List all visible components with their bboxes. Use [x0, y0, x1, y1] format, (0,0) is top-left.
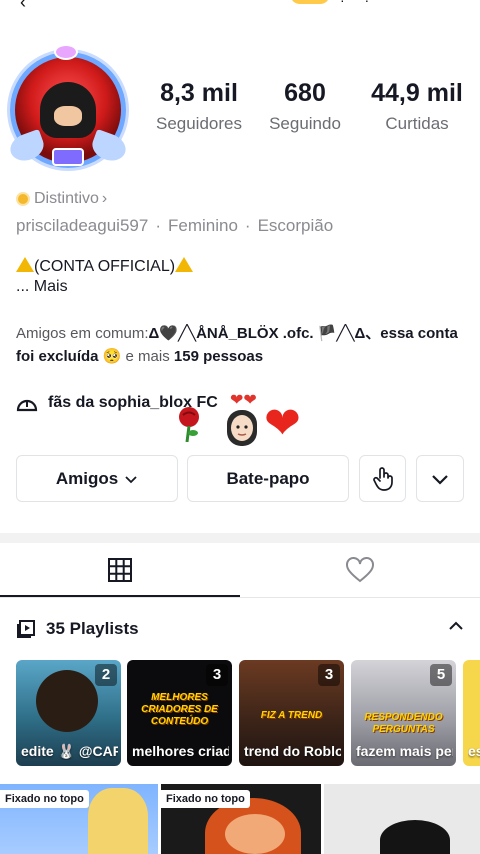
- friends-button-label: Amigos: [55, 468, 119, 488]
- friends-button[interactable]: Amigos: [16, 455, 178, 502]
- chevron-up-icon: [449, 621, 463, 630]
- bio-text: (CONTA OFFICIAL): [34, 258, 176, 275]
- chevron-down-icon: [125, 475, 137, 483]
- following-count: 680: [284, 79, 326, 107]
- pinned-badge: Fixado no topo: [0, 790, 89, 808]
- playlist-video-count: 5: [430, 664, 452, 686]
- badge-link[interactable]: Distintivo ›: [16, 190, 107, 208]
- playlist-title: edite 🐰 @CARNEL_...: [21, 743, 118, 759]
- playlist-thumbnail-art: [36, 670, 98, 732]
- bio-more-link[interactable]: ... Mais: [16, 278, 68, 296]
- grid-icon: [108, 558, 132, 582]
- followers-count: 8,3 mil: [160, 79, 238, 107]
- playlists-header[interactable]: 35 Playlists: [16, 617, 466, 641]
- following-stat[interactable]: 680 Seguindo: [252, 78, 358, 134]
- playlist-card[interactable]: es #f: [463, 660, 480, 766]
- playlist-thumbnail-text: MELHORES CRIADORES DE CONTEÚDO: [141, 692, 218, 727]
- username: prisciladeagui597: [16, 216, 149, 235]
- warning-icon: [16, 257, 34, 272]
- playlist-title: melhores criadores d...: [132, 743, 229, 759]
- video-thumbnail-art: [380, 820, 450, 854]
- playlist-title: fazem mais perguntas #...: [356, 743, 453, 759]
- video-thumbnail-art: [88, 788, 148, 854]
- chat-button-label: Bate-papo: [226, 468, 310, 488]
- bio-line: (CONTA OFFICIAL): [16, 256, 194, 276]
- profile-meta: prisciladeagui597 · Feminino · Escorpião: [16, 216, 333, 236]
- emoji-icon: [290, 0, 330, 4]
- following-label: Seguindo: [269, 114, 341, 133]
- rose-icon: [179, 407, 199, 442]
- playlist-icon: [17, 620, 35, 638]
- profile-stats: 8,3 mil Seguidores 680 Seguindo 44,9 mil…: [146, 78, 476, 134]
- chat-button[interactable]: Bate-papo: [187, 455, 349, 502]
- playlist-thumbnail-text: FIZ A TREND: [260, 710, 323, 721]
- group-dome-icon: [16, 399, 38, 412]
- mutual-friends[interactable]: Amigos em comum:Δ🖤╱╲ÅNÅ_BLÖX .ofc. 🏴╱╲Δ、…: [16, 322, 466, 368]
- red-heart-icon: ❤: [264, 399, 301, 448]
- mutual-friends-count: 159 pessoas: [173, 348, 264, 365]
- video-thumbnail[interactable]: [324, 784, 480, 854]
- playlist-card[interactable]: 2 edite 🐰 @CARNEL_...: [16, 660, 121, 766]
- top-bar-remnant: ‹ · ·: [0, 0, 480, 13]
- avatar-gem-icon: [54, 44, 78, 60]
- playlist-carousel[interactable]: 2 edite 🐰 @CARNEL_... MELHORES CRIADORES…: [16, 660, 480, 766]
- pinned-badge: Fixado no topo: [161, 790, 250, 808]
- playlist-title: es #f: [468, 743, 480, 759]
- poke-button[interactable]: [359, 455, 406, 502]
- avatar-character-face: [54, 106, 82, 126]
- section-divider: [0, 533, 480, 543]
- followers-label: Seguidores: [155, 114, 242, 133]
- separator-dot: ·: [244, 216, 251, 235]
- tab-videos[interactable]: [0, 543, 240, 597]
- likes-stat[interactable]: 44,9 mil Curtidas: [358, 78, 476, 134]
- tabs-divider: [0, 597, 480, 598]
- video-thumbnail-art: [225, 814, 285, 854]
- playlist-video-count: 3: [206, 664, 228, 686]
- playlist-video-count: 2: [95, 664, 117, 686]
- back-arrow-icon[interactable]: ‹: [20, 0, 26, 13]
- mutual-friends-suffix: e mais: [121, 348, 174, 365]
- chevron-down-icon: [432, 474, 448, 485]
- playlist-card[interactable]: MELHORES CRIADORES DE CONTEÚDO 3 melhore…: [127, 660, 232, 766]
- playlist-title: trend do Roblox💋 n...: [244, 743, 341, 759]
- playlist-card[interactable]: FIZ A TREND 3 trend do Roblox💋 n...: [239, 660, 344, 766]
- likes-count: 44,9 mil: [371, 79, 463, 107]
- girl-emoji-icon: [227, 410, 257, 446]
- zodiac-sign: Escorpião: [257, 216, 334, 235]
- more-options-icon[interactable]: · ·: [340, 0, 377, 8]
- playlists-title: 35 Playlists: [46, 619, 139, 638]
- playlist-thumbnail-text: RESPONDENDO PERGUNTAS: [364, 712, 443, 735]
- video-thumbnail[interactable]: Fixado no topo: [161, 784, 321, 854]
- more-suggestions-button[interactable]: [416, 455, 464, 502]
- playlist-card[interactable]: RESPONDENDO PERGUNTAS 5 fazem mais pergu…: [351, 660, 456, 766]
- likes-label: Curtidas: [385, 114, 449, 133]
- mutual-friends-label: Amigos em comum:: [16, 325, 149, 342]
- video-thumbnail[interactable]: Fixado no topo: [0, 784, 158, 854]
- video-grid: Fixado no topo Fixado no topo: [0, 784, 480, 854]
- chevron-right-icon: ›: [101, 190, 108, 207]
- separator-dot: ·: [155, 216, 161, 235]
- playlist-video-count: 3: [318, 664, 340, 686]
- hand-pointer-icon: [372, 466, 393, 491]
- gender: Feminino: [168, 216, 238, 235]
- bio-emojis: ❤❤ ❤: [174, 392, 324, 452]
- heart-outline-icon: [346, 557, 374, 583]
- content-tabs: [0, 543, 480, 598]
- tab-liked[interactable]: [240, 543, 480, 597]
- followers-stat[interactable]: 8,3 mil Seguidores: [146, 78, 252, 134]
- badge-label: Distintivo: [34, 190, 99, 207]
- avatar[interactable]: [4, 44, 132, 172]
- badge-hexagon-icon: [16, 192, 30, 206]
- live-badge-icon: [52, 148, 84, 166]
- warning-icon: [175, 257, 194, 272]
